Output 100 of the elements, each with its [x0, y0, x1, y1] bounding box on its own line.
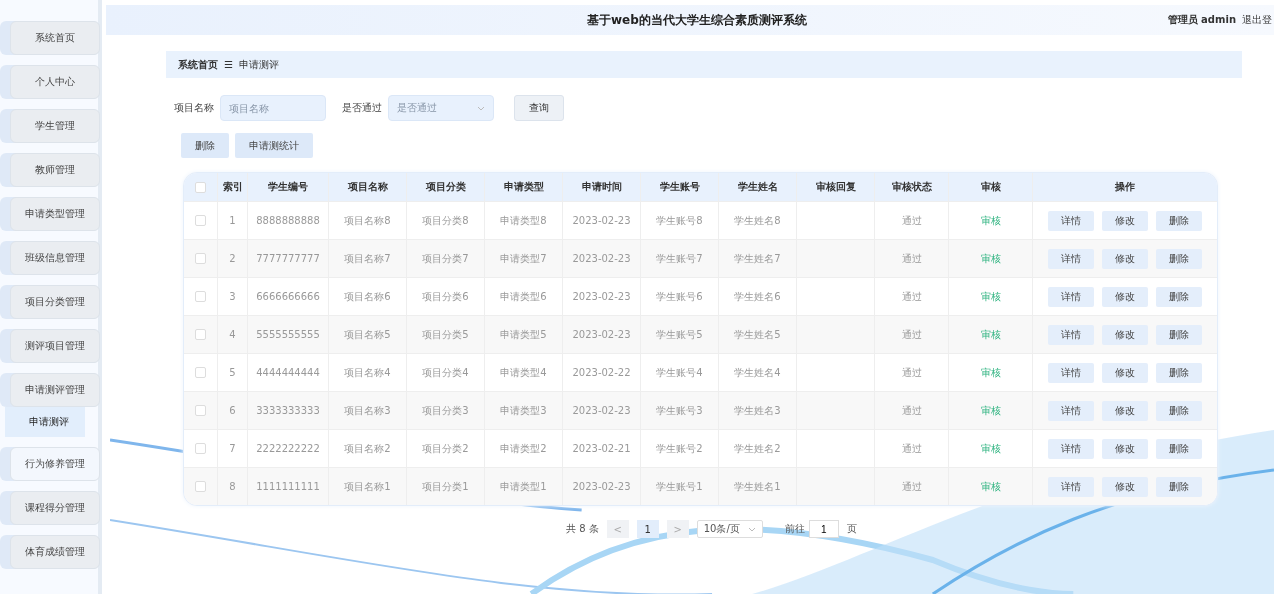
column-header: 审核状态: [874, 173, 948, 201]
row-checkbox[interactable]: [195, 253, 206, 264]
details-button[interactable]: 详情: [1048, 248, 1094, 269]
table-cell: 学生姓名5: [718, 316, 796, 353]
statistics-button[interactable]: 申请测统计: [235, 133, 313, 158]
logout-link[interactable]: 退出登: [1242, 13, 1272, 27]
table-cell: 学生姓名7: [718, 240, 796, 277]
column-header: 审核回复: [796, 173, 874, 201]
column-header: 申请时间: [562, 173, 640, 201]
table-cell: 5555555555: [247, 316, 328, 353]
column-header: 项目分类: [406, 173, 484, 201]
total-count: 共 8 条: [566, 522, 599, 536]
table-cell: 学生账号5: [640, 316, 718, 353]
column-header: 学生编号: [247, 173, 328, 201]
breadcrumb-separator: ☰: [224, 59, 233, 70]
table-cell: 通过: [874, 468, 948, 505]
breadcrumb-current: 申请测评: [238, 57, 279, 72]
table-cell: 通过: [874, 316, 948, 353]
table-cell: 申请类型7: [484, 240, 562, 277]
details-button[interactable]: 详情: [1048, 324, 1094, 345]
delete-button[interactable]: 删除: [1156, 324, 1202, 345]
delete-button[interactable]: 删除: [1156, 476, 1202, 497]
table-cell: 7777777777: [247, 240, 328, 277]
table-cell: 申请类型5: [484, 316, 562, 353]
edit-button[interactable]: 修改: [1102, 438, 1148, 459]
system-title: 基于web的当代大学生综合素质测评系统: [585, 11, 808, 29]
table-cell: 2023-02-23: [562, 240, 640, 277]
row-checkbox[interactable]: [195, 215, 206, 226]
edit-button[interactable]: 修改: [1102, 286, 1148, 307]
delete-button[interactable]: 删除: [1156, 248, 1202, 269]
delete-button[interactable]: 删除: [1156, 362, 1202, 383]
table-cell: 项目分类7: [406, 240, 484, 277]
table-cell: 4: [217, 316, 247, 353]
details-button[interactable]: 详情: [1048, 210, 1094, 231]
breadcrumb-link[interactable]: 系统首页: [178, 57, 218, 72]
goto-page-input[interactable]: 1: [808, 520, 839, 538]
table-cell: 2023-02-23: [562, 316, 640, 353]
input-field[interactable]: 项目名称: [220, 95, 326, 121]
table-cell: 项目名称7: [328, 240, 406, 277]
row-checkbox[interactable]: [195, 367, 206, 378]
column-header: 操作: [1032, 173, 1217, 201]
table-cell: 2: [217, 240, 247, 277]
row-checkbox[interactable]: [195, 329, 206, 340]
details-button[interactable]: 详情: [1048, 476, 1094, 497]
column-header: 审核: [948, 173, 1032, 201]
edit-button[interactable]: 修改: [1102, 248, 1148, 269]
filter-label: 是否通过: [342, 101, 382, 115]
row-checkbox[interactable]: [195, 443, 206, 454]
page-number[interactable]: 1: [636, 520, 659, 538]
edit-button[interactable]: 修改: [1102, 324, 1148, 345]
table-cell: 学生姓名3: [718, 392, 796, 429]
select-all-checkbox[interactable]: [195, 181, 206, 193]
delete-button[interactable]: 删除: [1156, 400, 1202, 421]
column-header: 学生姓名: [718, 173, 796, 201]
delete-button[interactable]: 删除: [181, 133, 229, 158]
table-cell: 通过: [874, 392, 948, 429]
edit-button[interactable]: 修改: [1102, 210, 1148, 231]
table-cell: 6: [217, 392, 247, 429]
table-cell: 2023-02-23: [562, 468, 640, 505]
user-label: 管理员 admin: [1167, 13, 1236, 27]
details-button[interactable]: 详情: [1048, 362, 1094, 383]
table-cell: 1111111111: [247, 468, 328, 505]
chevron-down-icon: [477, 105, 485, 111]
column-header: 项目名称: [328, 173, 406, 201]
search-button[interactable]: 查询: [514, 95, 564, 121]
table-cell: 项目名称5: [328, 316, 406, 353]
table-cell: 学生账号7: [640, 240, 718, 277]
delete-button[interactable]: 删除: [1156, 438, 1202, 459]
table-cell: 项目分类5: [406, 316, 484, 353]
goto-label: 前往: [784, 522, 805, 536]
details-button[interactable]: 详情: [1048, 286, 1094, 307]
edit-button[interactable]: 修改: [1102, 362, 1148, 383]
table-cell: 8: [217, 468, 247, 505]
edit-button[interactable]: 修改: [1102, 476, 1148, 497]
sidebar-subitem[interactable]: 申请测评: [5, 407, 85, 437]
filter-label: 项目名称: [174, 101, 214, 115]
table-cell: 2023-02-23: [562, 392, 640, 429]
delete-button[interactable]: 删除: [1156, 286, 1202, 307]
page-size-select[interactable]: 10条/页: [696, 520, 763, 538]
edit-button[interactable]: 修改: [1102, 400, 1148, 421]
details-button[interactable]: 详情: [1048, 438, 1094, 459]
table-cell: 申请类型3: [484, 392, 562, 429]
table-cell: 通过: [874, 240, 948, 277]
row-checkbox[interactable]: [195, 481, 206, 492]
delete-button[interactable]: 删除: [1156, 210, 1202, 231]
chevron-down-icon: [747, 526, 756, 532]
column-header: 申请类型: [484, 173, 562, 201]
page-unit-label: 页: [846, 522, 857, 536]
column-header: 学生账号: [640, 173, 718, 201]
row-checkbox[interactable]: [195, 291, 206, 302]
details-button[interactable]: 详情: [1048, 400, 1094, 421]
table-cell: 3333333333: [247, 392, 328, 429]
row-checkbox[interactable]: [195, 405, 206, 416]
column-header: 索引: [217, 173, 247, 201]
table-cell: 学生姓名1: [718, 468, 796, 505]
table-cell: 项目分类3: [406, 392, 484, 429]
table-cell: 学生账号1: [640, 468, 718, 505]
table-cell: 项目分类1: [406, 468, 484, 505]
table-cell: 学生账号3: [640, 392, 718, 429]
table-cell: 项目名称1: [328, 468, 406, 505]
